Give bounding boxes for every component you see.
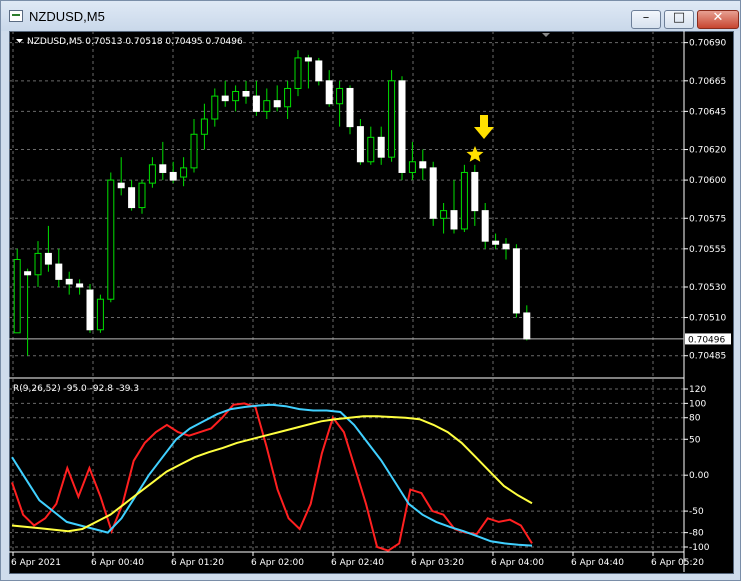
candle (107, 172, 115, 303)
price-scale: 0.70690 0.70665 0.70645 0.70620 0.70600 0.705… (684, 39, 726, 362)
indicator-tick-label: 0.00 (689, 471, 709, 481)
candle (65, 271, 73, 295)
minimize-icon: – (642, 10, 650, 25)
candles (13, 50, 531, 356)
candle (117, 157, 125, 196)
candle (169, 161, 177, 184)
indicator-tick-label: -100 (689, 543, 710, 553)
candle (76, 279, 84, 295)
candle (408, 141, 416, 181)
maximize-icon: □ (672, 10, 686, 25)
window-title: NZDUSD,M5 (29, 9, 105, 24)
candle (315, 57, 323, 86)
candle (460, 164, 468, 233)
candle (471, 164, 479, 226)
candle (24, 268, 32, 356)
candle (419, 149, 427, 181)
price-tick-label: 0.70620 (689, 146, 726, 156)
price-chart[interactable]: 0.70690 0.70665 0.70645 0.70620 0.70600 0.705… (9, 31, 732, 572)
price-tick-label: 0.70485 (689, 352, 726, 362)
candle (367, 126, 375, 165)
price-tick-label: 0.70530 (689, 283, 726, 293)
chart-window-icon (9, 10, 23, 22)
candle (336, 80, 344, 127)
current-price-label: 0.70496 (688, 335, 725, 345)
current-price-tag: 0.70496 (685, 333, 731, 345)
indicator-tick-label: -50 (689, 507, 704, 517)
candle (232, 85, 240, 112)
candle (502, 238, 510, 260)
time-tick-label: 6 Apr 02:40 (331, 558, 384, 568)
candle (148, 157, 156, 188)
candle (398, 76, 406, 181)
close-button[interactable]: ✕ (697, 10, 739, 29)
indicator-tick-label: 80 (689, 414, 701, 424)
indicator-lines (11, 402, 533, 552)
candle (304, 54, 312, 89)
price-tick-label: 0.70510 (689, 314, 726, 324)
indicator-tick-label: -80 (689, 529, 704, 539)
price-tick-label: 0.70665 (689, 77, 726, 87)
candle (356, 119, 364, 165)
candle (325, 70, 333, 107)
candle (190, 119, 198, 173)
indicator-header: R(9,26,52) -95.0 -92.8 -39.3 (13, 384, 139, 394)
candle (200, 103, 208, 150)
title-bar[interactable]: NZDUSD,M5 – □ ✕ (1, 1, 740, 31)
indicator-series-line (11, 415, 533, 533)
candle (284, 80, 292, 119)
candle (159, 141, 167, 181)
candle (55, 248, 63, 287)
candle (440, 203, 448, 234)
candle (211, 88, 219, 127)
candle (263, 88, 271, 119)
close-icon: ✕ (712, 10, 724, 25)
candle (221, 80, 229, 107)
time-scale: 6 Apr 2021 6 Apr 00:40 6 Apr 01:20 6 Apr 02… (11, 552, 704, 568)
time-tick-label: 6 Apr 05:20 (651, 558, 704, 568)
candle (138, 180, 146, 214)
time-tick-label: 6 Apr 04:00 (491, 558, 544, 568)
time-tick-label: 6 Apr 04:40 (571, 558, 624, 568)
chart-header: NZDUSD,M5 0.70513 0.70518 0.70495 0.7049… (27, 37, 243, 47)
candle (180, 157, 188, 187)
indicator-tick-label: 50 (689, 435, 701, 445)
candle (86, 283, 94, 333)
time-tick-label: 6 Apr 00:40 (91, 558, 144, 568)
candle (273, 85, 281, 112)
candle (377, 126, 385, 165)
indicator-tick-label: 120 (689, 385, 706, 395)
time-tick-label: 6 Apr 2021 (11, 558, 61, 568)
candle (252, 80, 260, 116)
candle (481, 203, 489, 249)
maximize-button[interactable]: □ (664, 10, 694, 29)
candle (242, 80, 250, 104)
price-tick-label: 0.70690 (689, 39, 726, 49)
candle (429, 161, 437, 226)
candle (512, 244, 520, 318)
price-tick-label: 0.70555 (689, 245, 726, 255)
time-tick-label: 6 Apr 03:20 (411, 558, 464, 568)
candle (346, 85, 354, 135)
price-tick-label: 0.70600 (689, 176, 726, 186)
star-icon (466, 146, 484, 162)
candle (13, 248, 21, 334)
candle (523, 305, 531, 341)
sell-arrow-icon (474, 115, 494, 139)
candle (34, 241, 42, 287)
minimize-button[interactable]: – (631, 10, 661, 29)
time-tick-label: 6 Apr 01:20 (171, 558, 224, 568)
candle (128, 180, 136, 211)
time-tick-label: 6 Apr 02:00 (251, 558, 304, 568)
candle (450, 180, 458, 234)
candle (388, 70, 396, 162)
indicator-scale: 120 100 80 50 0.00 -50 -80 -100 (684, 385, 710, 553)
candle (96, 294, 104, 333)
candle (294, 50, 302, 97)
price-tick-label: 0.70575 (689, 214, 726, 224)
chart-shift-marker-icon[interactable] (542, 33, 550, 37)
price-tick-label: 0.70645 (689, 107, 726, 117)
indicator-tick-label: 100 (689, 399, 706, 409)
